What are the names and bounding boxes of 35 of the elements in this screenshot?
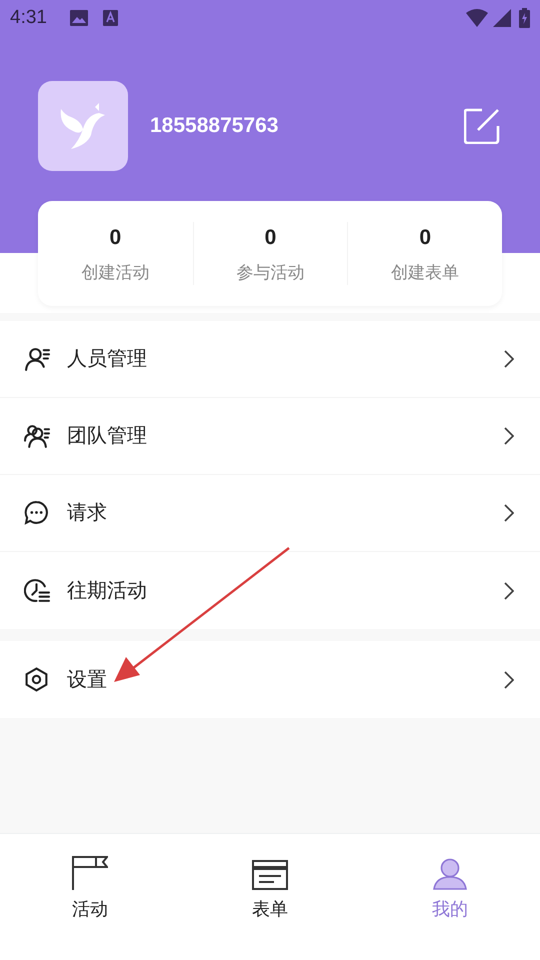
- image-icon: [70, 10, 88, 26]
- phone-number: 18558875763: [150, 113, 280, 140]
- chat-bubble-icon: [24, 500, 50, 526]
- stat-value: 0: [109, 225, 122, 251]
- chevron-right-icon: [504, 582, 514, 600]
- menu-item[interactable]: 往期活动: [0, 552, 540, 629]
- chevron-right-icon: [504, 350, 514, 368]
- flag-icon: [72, 856, 108, 890]
- stat-value: 0: [419, 225, 431, 251]
- group-icon: [24, 423, 50, 449]
- form-icon: [252, 860, 288, 890]
- nav-tab[interactable]: 表单: [252, 854, 288, 924]
- stat-label: 创建活动: [81, 262, 150, 284]
- clock-list-icon: [24, 578, 50, 604]
- stat-label: 参与活动: [236, 262, 304, 284]
- menu-item[interactable]: 请求: [0, 475, 540, 552]
- stat-label: 创建表单: [391, 262, 460, 284]
- wifi-icon: [466, 9, 488, 27]
- stat-value: 0: [264, 225, 276, 251]
- chevron-right-icon: [504, 504, 514, 522]
- menu-item[interactable]: 团队管理: [0, 398, 540, 475]
- status-time: 4:31: [10, 6, 48, 30]
- signal-icon: [493, 9, 511, 27]
- hexagon-icon: [24, 666, 50, 692]
- chevron-right-icon: [504, 670, 514, 688]
- battery-icon: [519, 8, 530, 28]
- edit-icon[interactable]: [464, 108, 500, 144]
- nav-tab[interactable]: 活动: [72, 854, 108, 924]
- menu-item[interactable]: 设置: [0, 641, 540, 718]
- chevron-right-icon: [504, 427, 514, 445]
- text-icon: [103, 10, 118, 26]
- person-icon: [433, 858, 467, 890]
- menu-item[interactable]: 人员管理: [0, 321, 540, 398]
- nav-tab[interactable]: 我的: [432, 854, 468, 924]
- person-list-icon: [24, 346, 50, 372]
